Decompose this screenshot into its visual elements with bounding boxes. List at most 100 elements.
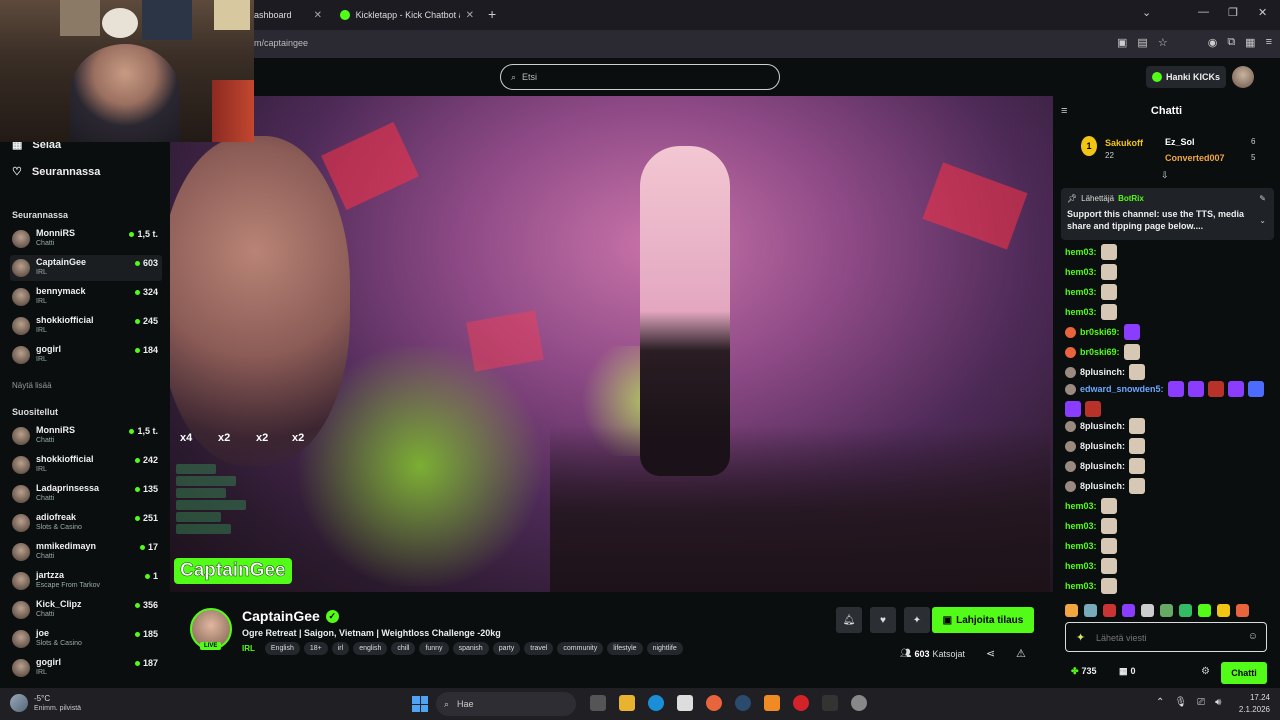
leaderboard-user[interactable]: Ez_Sol [1165,137,1195,147]
chat-username[interactable]: 8plusinch: [1080,367,1125,377]
search-box[interactable]: ⌕ Etsi [500,64,780,90]
sidebar-channel[interactable]: bennymack IRL 324 [10,284,162,310]
chat-username[interactable]: hem03: [1065,287,1097,297]
maximize-icon[interactable]: ❐ [1228,6,1238,19]
chat-send-button[interactable]: Chatti [1221,662,1267,684]
chat-username[interactable]: 8plusinch: [1080,461,1125,471]
emote-icon[interactable] [1065,604,1078,617]
sidebar-channel[interactable]: joe Slots & Casino 185 [10,626,162,652]
emote-icon[interactable] [1217,604,1230,617]
tray-overflow-icon[interactable]: ⌃ [1156,697,1164,708]
gift-sub-button[interactable]: ▣ Lahjoita tilaus [932,607,1034,633]
sidebar-channel[interactable]: MonniRS Chatti 1,5 t. [10,423,162,449]
chat-username[interactable]: hem03: [1065,501,1097,511]
sparkle-icon[interactable]: ✦ [904,607,930,633]
chat-message[interactable]: 8plusinch: [1065,362,1275,382]
network-icon[interactable]: ⎚ [1197,697,1205,708]
get-kicks-button[interactable]: Hanki KICKs [1146,66,1226,88]
chat-message[interactable]: hem03: [1065,576,1275,596]
tag[interactable]: English [264,642,300,655]
tag[interactable]: party [492,642,521,655]
chat-message[interactable]: br0ski69: [1065,322,1275,342]
terminal-icon[interactable] [822,695,838,711]
tag[interactable]: community [557,642,604,655]
chat-username[interactable]: br0ski69: [1080,327,1120,337]
channel-points[interactable]: ✤ 735 [1071,666,1097,677]
chat-message[interactable]: hem03: [1065,262,1275,282]
chat-settings-icon[interactable]: ⚙ [1201,666,1210,677]
show-more-link[interactable]: Näytä lisää [12,381,52,390]
chat-message[interactable]: hem03: [1065,496,1275,516]
unpin-icon[interactable]: ✎ [1259,194,1266,203]
chat-message[interactable]: 8plusinch: [1065,416,1275,436]
sidebar-channel[interactable]: Kick_Clipz Chatti 356 [10,597,162,623]
file-explorer-icon[interactable] [619,695,635,711]
report-icon[interactable]: ⚠ [1016,647,1026,660]
emote-icon[interactable] [1179,604,1192,617]
app-icon[interactable] [851,695,867,711]
gift-icon[interactable]: ▦ [1245,36,1255,49]
tab-list-icon[interactable]: ⌄ [1142,6,1151,19]
chat-username[interactable]: 8plusinch: [1080,441,1125,451]
close-window-icon[interactable]: ✕ [1258,6,1267,19]
sidebar-channel[interactable]: shokkiofficial IRL 242 [10,452,162,478]
tag[interactable]: spanish [452,642,489,655]
close-tab-icon[interactable]: ✕ [314,10,322,21]
sidebar-nav-following[interactable]: ♡ Seurannassa [12,165,100,179]
chat-message[interactable]: 8plusinch: [1065,456,1275,476]
emote-icon[interactable] [1198,604,1211,617]
tag[interactable]: chill [391,642,416,655]
chat-username[interactable]: 8plusinch: [1080,421,1125,431]
chat-message[interactable]: edward_snowden5: [1065,381,1275,417]
sidebar-channel[interactable]: Ladaprinsessa Chatti 135 [10,481,162,507]
clock[interactable]: 17.24 2.1.2026 [1226,692,1270,716]
tag[interactable]: english [353,642,388,655]
browser-tab-kicklet[interactable]: Kickletapp - Kick Chatbot and C ✕ [332,4,482,26]
chat-message[interactable]: hem03: [1065,282,1275,302]
emote-icon[interactable] [1141,604,1154,617]
edge-icon[interactable] [648,695,664,711]
task-view-icon[interactable] [590,695,606,711]
extensions-icon[interactable]: ⧉ [1227,36,1235,49]
chat-username[interactable]: hem03: [1065,521,1097,531]
emote-icon[interactable] [1236,604,1249,617]
chat-input-box[interactable]: ✦ ☺ [1065,622,1267,652]
chat-username[interactable]: hem03: [1065,307,1097,317]
chat-message[interactable]: hem03: [1065,516,1275,536]
emoji-picker-icon[interactable]: ☺ [1248,631,1258,642]
sidebar-channel[interactable]: MonniRS Chatti 1,5 t. [10,226,162,252]
chat-message[interactable]: 8plusinch: [1065,476,1275,496]
chat-message[interactable]: hem03: [1065,536,1275,556]
taskbar-search[interactable]: ⌕ Hae [436,692,576,716]
video-player[interactable]: x4 x2 x2 x2 CaptainGee [170,96,1053,592]
tag[interactable]: funny [419,642,449,655]
chat-username[interactable]: hem03: [1065,561,1097,571]
steam-icon[interactable] [735,695,751,711]
share-icon[interactable]: ⋖ [986,647,995,660]
tag[interactable]: irl [331,642,350,655]
start-button[interactable] [412,696,428,712]
weather-widget[interactable]: -5°C Enimm. pilvistä [10,692,110,716]
menu-icon[interactable]: ≡ [1266,36,1272,49]
chat-username[interactable]: hem03: [1065,267,1097,277]
sidebar-channel[interactable]: shokkiofficial IRL 245 [10,313,162,339]
category-link[interactable]: IRL [242,644,255,653]
reader-icon[interactable]: ▤ [1137,36,1147,49]
pinned-message[interactable]: 📌︎ Lähettäjä BotRix Support this channel… [1061,188,1274,240]
chat-username[interactable]: hem03: [1065,541,1097,551]
sidebar-channel[interactable]: CaptainGee IRL 603 [10,255,162,281]
emote-icon[interactable] [1122,604,1135,617]
chat-message[interactable]: hem03: [1065,302,1275,322]
bookmark-star-icon[interactable]: ☆ [1158,36,1168,49]
chat-message[interactable]: br0ski69: [1065,342,1275,362]
chat-input[interactable] [1096,629,1236,647]
expand-leaderboard-icon[interactable]: ⇩ [1161,170,1169,181]
account-icon[interactable]: ◉ [1208,36,1218,49]
tag[interactable]: nightlife [646,642,683,655]
url-field[interactable]: m/captaingee [254,38,308,48]
emote-icon[interactable] [1084,604,1097,617]
tag[interactable]: 18+ [303,642,328,655]
browser-tab-dashboard[interactable]: ashboard ✕ [246,4,330,26]
sidebar-channel[interactable]: jartzza Escape From Tarkov 1 [10,568,162,594]
new-tab-icon[interactable]: + [488,6,496,22]
